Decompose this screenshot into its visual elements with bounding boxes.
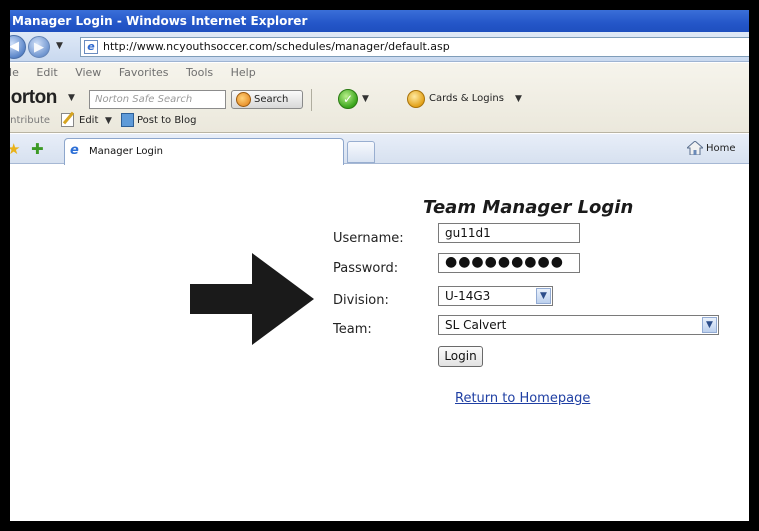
division-label: Division:: [333, 293, 389, 308]
norton-search-icon: [236, 92, 251, 107]
contribute-button[interactable]: ontribute: [10, 115, 50, 126]
password-label: Password:: [333, 261, 399, 276]
menu-edit[interactable]: Edit: [36, 66, 57, 79]
check-status-icon[interactable]: ✓: [338, 89, 358, 109]
username-field[interactable]: gu11d1: [438, 223, 580, 243]
menu-bar: ile Edit View Favorites Tools Help: [10, 66, 270, 79]
norton-logo[interactable]: lorton: [10, 87, 57, 109]
menu-view[interactable]: View: [75, 66, 101, 79]
back-icon[interactable]: ◀: [10, 35, 26, 59]
return-to-homepage-link[interactable]: Return to Homepage: [455, 391, 590, 406]
forward-icon[interactable]: ▶: [28, 36, 50, 58]
ie-tab-icon: e: [70, 143, 79, 158]
menu-tools[interactable]: Tools: [186, 66, 213, 79]
window-title: Manager Login - Windows Internet Explore…: [12, 14, 308, 28]
username-label: Username:: [333, 231, 404, 246]
menu-file[interactable]: ile: [10, 66, 19, 79]
right-arrow-icon: [190, 253, 314, 345]
blog-icon[interactable]: [121, 113, 134, 127]
team-selected-value: SL Calvert: [445, 318, 507, 332]
address-bar[interactable]: http://www.ncyouthsoccer.com/schedules/m…: [80, 37, 749, 57]
login-button[interactable]: Login: [438, 346, 483, 367]
tab-manager-login[interactable]: Manager Login: [64, 138, 344, 165]
toolbar-divider: [311, 89, 312, 111]
cards-dropdown-icon[interactable]: ▼: [515, 94, 522, 104]
post-to-blog-button[interactable]: Post to Blog: [137, 115, 196, 126]
page-title: Team Manager Login: [423, 197, 634, 218]
new-tab-button[interactable]: [347, 141, 375, 163]
check-dropdown-icon[interactable]: ▼: [362, 94, 369, 104]
toolbar-area: ile Edit View Favorites Tools Help lorto…: [10, 63, 749, 133]
tab-row: ★ ✚ Manager Login e Home: [10, 134, 749, 165]
home-icon[interactable]: [687, 141, 703, 155]
address-url: http://www.ncyouthsoccer.com/schedules/m…: [103, 40, 450, 53]
team-label: Team:: [333, 322, 372, 337]
edit-icon[interactable]: [61, 113, 74, 127]
page-content: Team Manager Login Username: gu11d1 Pass…: [10, 165, 749, 521]
chevron-down-icon[interactable]: ▼: [536, 288, 551, 304]
tab-label: Manager Login: [89, 146, 163, 157]
menu-favorites[interactable]: Favorites: [119, 66, 169, 79]
menu-help[interactable]: Help: [231, 66, 256, 79]
chevron-down-icon[interactable]: ▼: [702, 317, 717, 333]
browser-window: Manager Login - Windows Internet Explore…: [10, 10, 749, 521]
ie-page-icon: e: [84, 40, 98, 54]
norton-dropdown-icon[interactable]: ▼: [68, 93, 75, 103]
division-selected-value: U-14G3: [445, 289, 491, 303]
recent-pages-dropdown-icon[interactable]: ▼: [56, 41, 63, 51]
home-button[interactable]: Home: [706, 143, 736, 154]
title-bar: Manager Login - Windows Internet Explore…: [10, 10, 749, 32]
team-select[interactable]: SL Calvert ▼: [438, 315, 719, 335]
norton-search-input[interactable]: Norton Safe Search: [89, 90, 226, 109]
black-border-frame: Manager Login - Windows Internet Explore…: [0, 0, 759, 531]
favorites-star-icon[interactable]: ★: [10, 140, 20, 158]
edit-dropdown-icon[interactable]: ▼: [105, 116, 112, 126]
add-favorite-icon[interactable]: ✚: [31, 140, 44, 158]
edit-button[interactable]: Edit: [79, 115, 98, 126]
address-row: ◀ ▶ ▼ http://www.ncyouthsoccer.com/sched…: [10, 32, 749, 62]
division-select[interactable]: U-14G3 ▼: [438, 286, 553, 306]
password-field[interactable]: ●●●●●●●●●: [438, 253, 580, 273]
lock-icon[interactable]: [407, 90, 425, 108]
cards-logins-button[interactable]: Cards & Logins: [429, 93, 504, 104]
